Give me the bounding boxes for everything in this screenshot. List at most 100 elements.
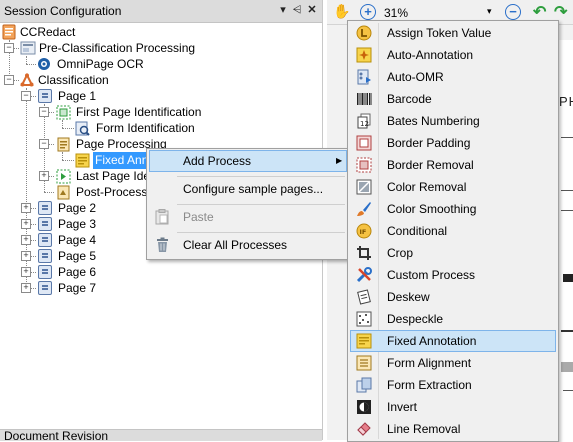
process-label: Deskew xyxy=(387,290,430,304)
add-process-submenu: Assign Token Value Auto-Annotation Auto-… xyxy=(347,20,559,442)
add-process-menu-item[interactable]: Add Process ▶ xyxy=(149,150,347,172)
token-icon xyxy=(356,25,372,41)
tree-item-first-page-identification[interactable]: First Page Identification xyxy=(76,104,201,120)
close-icon[interactable]: ✕ xyxy=(305,3,319,18)
invert-icon xyxy=(356,399,372,415)
process-item-line-removal[interactable]: Line Removal xyxy=(350,418,556,440)
page-processing-icon xyxy=(56,137,71,152)
tree-item-last-page-identification[interactable]: Last Page Ider xyxy=(76,168,146,184)
doc-line xyxy=(561,137,573,138)
process-item-conditional[interactable]: IF Conditional xyxy=(350,220,556,242)
process-item-border-removal[interactable]: Border Removal xyxy=(350,154,556,176)
tree-item-form-identification[interactable]: Form Identification xyxy=(96,120,195,136)
color-removal-icon xyxy=(356,179,372,195)
tree-item-page-6[interactable]: Page 6 xyxy=(58,264,96,280)
form-alignment-icon xyxy=(356,355,372,371)
expand-icon[interactable]: + xyxy=(21,203,31,213)
eraser-icon xyxy=(356,421,372,437)
expand-icon[interactable]: + xyxy=(21,235,31,245)
tree-connector xyxy=(62,120,63,128)
deskew-icon xyxy=(356,289,372,305)
process-item-fixed-annotation[interactable]: Fixed Annotation xyxy=(350,330,556,352)
pin-icon[interactable]: ⩤ xyxy=(290,3,304,18)
process-item-custom-process[interactable]: Custom Process xyxy=(350,264,556,286)
tree-item-post-processing[interactable]: Post-Processin xyxy=(76,184,146,200)
zoom-out-icon[interactable]: − xyxy=(505,4,521,20)
process-item-barcode[interactable]: Barcode xyxy=(350,88,556,110)
dropdown-icon[interactable]: ▾ xyxy=(276,3,290,18)
tree-item-ccredact[interactable]: CCRedact xyxy=(20,24,75,40)
pre-classification-icon xyxy=(20,41,36,55)
process-label: Assign Token Value xyxy=(387,26,492,40)
collapse-icon[interactable]: − xyxy=(4,43,14,53)
hand-tool-icon[interactable]: ✋ xyxy=(333,3,350,20)
process-label: Line Removal xyxy=(387,422,461,436)
collapse-icon[interactable]: − xyxy=(39,107,49,117)
despeckle-icon xyxy=(356,311,372,327)
expand-icon[interactable]: + xyxy=(21,267,31,277)
process-label: Crop xyxy=(387,246,414,260)
process-item-crop[interactable]: Crop xyxy=(350,242,556,264)
zoom-dropdown-icon[interactable]: ▾ xyxy=(487,6,492,17)
doc-line xyxy=(561,190,573,191)
collapse-icon[interactable]: − xyxy=(21,91,31,101)
page-icon xyxy=(38,281,52,295)
post-processing-icon xyxy=(56,185,71,200)
expand-icon[interactable]: + xyxy=(21,283,31,293)
paste-menu-item[interactable]: Paste xyxy=(149,206,347,228)
first-page-identification-icon xyxy=(56,105,71,120)
process-label: Barcode xyxy=(387,92,432,106)
tree-item-classification[interactable]: Classification xyxy=(38,72,109,88)
process-label: Border Removal xyxy=(387,158,474,172)
tree-item-page-5[interactable]: Page 5 xyxy=(58,248,96,264)
expand-icon[interactable]: + xyxy=(39,171,49,181)
process-label: Fixed Annotation xyxy=(387,334,477,348)
zoom-in-icon[interactable]: + xyxy=(360,4,376,20)
tree-item-pre-classification[interactable]: Pre-Classification Processing xyxy=(39,40,195,56)
tree-context-menu: Add Process ▶ Configure sample pages... … xyxy=(146,148,350,260)
process-item-color-smoothing[interactable]: Color Smoothing xyxy=(350,198,556,220)
page-icon xyxy=(38,201,52,215)
zoom-level[interactable]: 31% xyxy=(384,6,408,20)
clear-all-processes-menu-item[interactable]: Clear All Processes xyxy=(149,234,347,256)
process-item-despeckle[interactable]: Despeckle xyxy=(350,308,556,330)
page-icon xyxy=(38,89,52,103)
process-label: Form Extraction xyxy=(387,378,472,392)
page-icon xyxy=(38,265,52,279)
tools-icon xyxy=(356,267,372,283)
auto-annotation-icon xyxy=(356,47,372,63)
undo-icon[interactable]: ↶ xyxy=(533,2,546,22)
tree-item-fixed-annotation[interactable]: Fixed Anno xyxy=(95,152,149,168)
process-item-color-removal[interactable]: Color Removal xyxy=(350,176,556,198)
collapse-icon[interactable]: − xyxy=(39,139,49,149)
process-item-form-alignment[interactable]: Form Alignment xyxy=(350,352,556,374)
expand-icon[interactable]: + xyxy=(21,251,31,261)
tree-item-page-1[interactable]: Page 1 xyxy=(58,88,96,104)
redo-icon[interactable]: ↷ xyxy=(554,2,567,22)
tree-item-omnipage-ocr[interactable]: OmniPage OCR xyxy=(57,56,144,72)
process-label: Auto-Annotation xyxy=(387,48,474,62)
tree-item-page-4[interactable]: Page 4 xyxy=(58,232,96,248)
configure-sample-pages-label: Configure sample pages... xyxy=(183,182,324,196)
collapse-icon[interactable]: − xyxy=(4,75,14,85)
tree-item-page-3[interactable]: Page 3 xyxy=(58,216,96,232)
paste-icon xyxy=(155,209,169,225)
doc-line xyxy=(561,330,573,332)
configure-sample-pages-menu-item[interactable]: Configure sample pages... xyxy=(149,178,347,200)
process-item-invert[interactable]: Invert xyxy=(350,396,556,418)
process-item-form-extraction[interactable]: Form Extraction xyxy=(350,374,556,396)
menu-separator xyxy=(177,232,345,233)
process-item-assign-token-value[interactable]: Assign Token Value xyxy=(350,22,556,44)
process-item-auto-omr[interactable]: Auto-OMR xyxy=(350,66,556,88)
process-item-border-padding[interactable]: Border Padding xyxy=(350,132,556,154)
process-item-deskew[interactable]: Deskew xyxy=(350,286,556,308)
process-item-bates-numbering[interactable]: 12 Bates Numbering xyxy=(350,110,556,132)
expand-icon[interactable]: + xyxy=(21,219,31,229)
tree-item-page-7[interactable]: Page 7 xyxy=(58,280,96,296)
tree-selection-highlight[interactable]: Fixed Anno xyxy=(93,152,149,169)
panel-title: Session Configuration xyxy=(4,4,122,18)
clear-all-processes-label: Clear All Processes xyxy=(183,238,288,252)
process-item-auto-annotation[interactable]: Auto-Annotation xyxy=(350,44,556,66)
tree-item-page-2[interactable]: Page 2 xyxy=(58,200,96,216)
fixed-annotation-icon xyxy=(356,333,372,349)
